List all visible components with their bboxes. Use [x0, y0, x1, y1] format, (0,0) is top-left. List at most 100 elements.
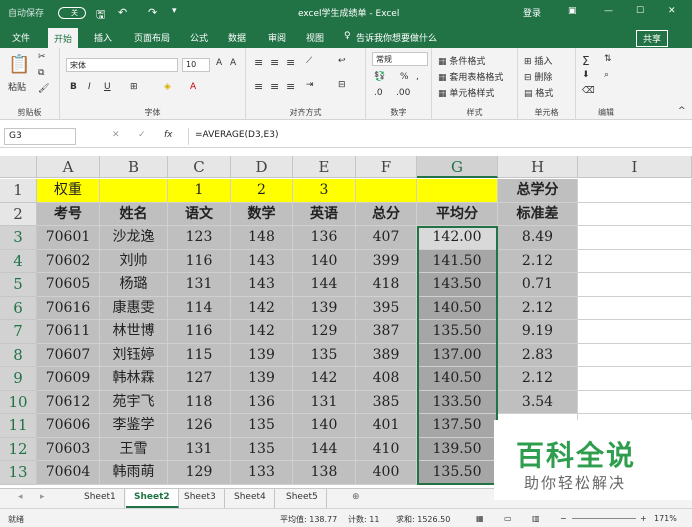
tab-insert[interactable]: 插入 — [88, 30, 118, 45]
cell-i7[interactable] — [578, 320, 692, 344]
cell-g2[interactable]: 平均分 — [417, 202, 498, 226]
font-color-icon[interactable]: A — [190, 82, 196, 92]
tell-me-box[interactable]: 告诉我你想要做什么 — [350, 30, 443, 45]
cell-c11[interactable]: 126 — [168, 414, 231, 438]
cell-c5[interactable]: 131 — [168, 273, 231, 297]
cell-a6[interactable]: 70616 — [37, 296, 100, 320]
page-break-view-icon[interactable]: ▥ — [532, 514, 540, 523]
cell-h6[interactable]: 2.12 — [498, 296, 578, 320]
cell-e5[interactable]: 144 — [293, 273, 356, 297]
cell-c2[interactable]: 语文 — [168, 202, 231, 226]
autosum-icon[interactable]: Σ — [582, 54, 590, 68]
zoom-out-icon[interactable]: − — [560, 514, 567, 523]
zoom-slider[interactable] — [572, 518, 636, 519]
cell-b6[interactable]: 康惠雯 — [100, 296, 168, 320]
share-button[interactable]: 共享 — [636, 30, 669, 47]
cell-i10[interactable] — [578, 390, 692, 414]
cell-d8[interactable]: 139 — [231, 343, 293, 367]
login-link[interactable]: 登录 — [523, 6, 541, 19]
enter-icon[interactable]: ✓ — [138, 130, 146, 140]
row-header-4[interactable]: 4 — [0, 249, 37, 273]
cell-e13[interactable]: 138 — [293, 461, 356, 485]
tab-file[interactable]: 文件 — [6, 30, 36, 45]
fill-color-icon[interactable]: ◈ — [164, 82, 171, 92]
cell-a12[interactable]: 70603 — [37, 437, 100, 461]
cell-b2[interactable]: 姓名 — [100, 202, 168, 226]
cell-b12[interactable]: 王雪 — [100, 437, 168, 461]
column-header-h[interactable]: H — [498, 156, 578, 178]
cell-a1[interactable]: 权重 — [37, 179, 100, 203]
ribbon-display-icon[interactable]: ▣ — [568, 6, 577, 16]
cell-i3[interactable] — [578, 226, 692, 250]
cell-c1[interactable]: 1 — [168, 179, 231, 203]
cell-d10[interactable]: 136 — [231, 390, 293, 414]
add-sheet-icon[interactable]: ⊕ — [352, 492, 360, 502]
cell-c3[interactable]: 123 — [168, 226, 231, 250]
cell-a5[interactable]: 70605 — [37, 273, 100, 297]
row-header-5[interactable]: 5 — [0, 273, 37, 297]
maximize-icon[interactable]: ☐ — [636, 6, 644, 16]
align-bottom-icon[interactable]: ≡ — [286, 56, 295, 69]
cell-d12[interactable]: 135 — [231, 437, 293, 461]
cell-b4[interactable]: 刘帅 — [100, 249, 168, 273]
zoom-in-icon[interactable]: + — [640, 514, 647, 523]
cell-b10[interactable]: 苑宇飞 — [100, 390, 168, 414]
zoom-level[interactable]: 171% — [654, 514, 677, 523]
cell-e11[interactable]: 140 — [293, 414, 356, 438]
cell-f12[interactable]: 410 — [356, 437, 417, 461]
cell-e10[interactable]: 131 — [293, 390, 356, 414]
wrap-text-icon[interactable]: ↩ — [338, 56, 346, 66]
cell-f4[interactable]: 399 — [356, 249, 417, 273]
cell-e9[interactable]: 142 — [293, 367, 356, 391]
cell-c10[interactable]: 118 — [168, 390, 231, 414]
row-header-6[interactable]: 6 — [0, 296, 37, 320]
column-header-e[interactable]: E — [293, 156, 356, 178]
cell-e1[interactable]: 3 — [293, 179, 356, 203]
minimize-icon[interactable]: — — [604, 6, 613, 16]
cell-b9[interactable]: 韩林霖 — [100, 367, 168, 391]
sheet-tab-5[interactable]: Sheet5 — [278, 489, 327, 508]
percent-icon[interactable]: % — [400, 72, 409, 82]
indent-icon[interactable]: ⇥ — [306, 80, 314, 90]
row-header-12[interactable]: 12 — [0, 437, 37, 461]
cell-h4[interactable]: 2.12 — [498, 249, 578, 273]
find-icon[interactable]: ⌕ — [604, 70, 609, 80]
cell-d6[interactable]: 142 — [231, 296, 293, 320]
row-header-7[interactable]: 7 — [0, 320, 37, 344]
cell-d5[interactable]: 143 — [231, 273, 293, 297]
copy-icon[interactable]: ⧉ — [38, 68, 44, 78]
column-header-c[interactable]: C — [168, 156, 231, 178]
tab-formulas[interactable]: 公式 — [184, 30, 214, 45]
row-header-1[interactable]: 1 — [0, 179, 37, 203]
undo-icon[interactable]: ↶ — [118, 6, 127, 19]
sheet-tab-3[interactable]: Sheet3 — [176, 489, 225, 508]
increase-decimal-icon[interactable]: .0 — [374, 88, 383, 98]
cell-h3[interactable]: 8.49 — [498, 226, 578, 250]
row-header-10[interactable]: 10 — [0, 390, 37, 414]
cell-d9[interactable]: 139 — [231, 367, 293, 391]
cell-b5[interactable]: 杨璐 — [100, 273, 168, 297]
cell-a11[interactable]: 70606 — [37, 414, 100, 438]
cell-b1[interactable] — [100, 179, 168, 203]
cell-e8[interactable]: 135 — [293, 343, 356, 367]
page-layout-view-icon[interactable]: ▭ — [504, 514, 512, 523]
format-cells-button[interactable]: ▤ 格式 — [524, 86, 553, 99]
cell-a10[interactable]: 70612 — [37, 390, 100, 414]
collapse-ribbon-icon[interactable]: ^ — [678, 106, 686, 116]
border-icon[interactable]: ⊞ — [130, 82, 138, 92]
cell-d13[interactable]: 133 — [231, 461, 293, 485]
fill-icon[interactable]: ⬇ — [582, 70, 590, 80]
insert-function-icon[interactable]: fx — [164, 130, 173, 140]
sheet-tab-2[interactable]: Sheet2 — [126, 489, 179, 508]
column-header-a[interactable]: A — [37, 156, 100, 178]
column-header-d[interactable]: D — [231, 156, 293, 178]
name-box[interactable]: G3 — [4, 128, 76, 145]
cell-d2[interactable]: 数学 — [231, 202, 293, 226]
redo-icon[interactable]: ↷ — [148, 6, 157, 19]
cell-i5[interactable] — [578, 273, 692, 297]
tab-review[interactable]: 审阅 — [262, 30, 292, 45]
cell-i6[interactable] — [578, 296, 692, 320]
cell-e2[interactable]: 英语 — [293, 202, 356, 226]
cell-f6[interactable]: 395 — [356, 296, 417, 320]
bold-icon[interactable]: B — [70, 82, 77, 92]
